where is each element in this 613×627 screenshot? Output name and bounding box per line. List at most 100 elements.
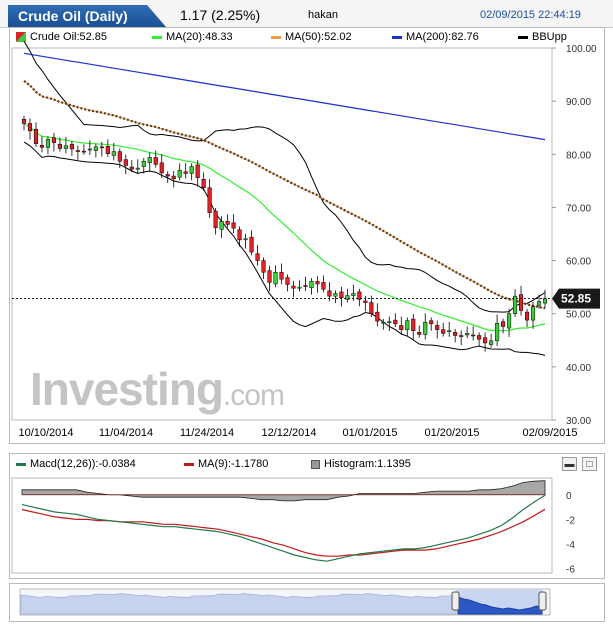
candle-body bbox=[147, 157, 152, 164]
x-tick-label: 01/20/2015 bbox=[424, 427, 479, 439]
y-tick-label: 100.00 bbox=[566, 44, 597, 55]
candle-body bbox=[267, 270, 272, 283]
candle-body bbox=[309, 281, 314, 288]
candle-body bbox=[69, 143, 74, 150]
candle-body bbox=[423, 321, 428, 335]
macd-y-tick-label: -6 bbox=[566, 565, 575, 576]
candle-body bbox=[225, 220, 230, 225]
candle-body bbox=[93, 146, 98, 151]
candle-body bbox=[213, 210, 218, 228]
candle-body bbox=[129, 166, 134, 170]
candle-body bbox=[99, 146, 104, 149]
navigator-handle-left bbox=[451, 591, 460, 611]
candle-body bbox=[177, 169, 182, 178]
macd-y-tick-label: -2 bbox=[566, 515, 575, 526]
candle-body bbox=[135, 167, 140, 170]
y-tick-label: 50.00 bbox=[566, 310, 591, 321]
candle-body bbox=[315, 281, 320, 285]
candle-body bbox=[387, 321, 392, 323]
candle-body bbox=[171, 175, 176, 179]
candle-body bbox=[81, 150, 86, 153]
candle-body bbox=[453, 332, 458, 336]
candle-body bbox=[483, 337, 488, 344]
navigator-handle-right bbox=[538, 591, 547, 611]
candle-body bbox=[417, 332, 422, 335]
navigator-history-area bbox=[20, 593, 457, 615]
candle-body bbox=[249, 236, 254, 253]
candle-body bbox=[435, 325, 440, 330]
candle-body bbox=[243, 238, 248, 241]
candle-body bbox=[51, 137, 56, 143]
macd-y-tick-label: 0 bbox=[566, 491, 572, 502]
candle-body bbox=[39, 145, 45, 148]
candle-body bbox=[75, 150, 80, 152]
candle-body bbox=[273, 272, 278, 285]
candle-body bbox=[297, 286, 302, 289]
x-tick-label: 11/04/2014 bbox=[99, 427, 153, 439]
candle-body bbox=[291, 285, 296, 289]
candle-body bbox=[369, 302, 374, 314]
candle-body bbox=[375, 311, 380, 322]
candle-body bbox=[201, 179, 206, 189]
candle-body bbox=[501, 321, 506, 327]
candle-body bbox=[429, 320, 434, 325]
candle-body bbox=[27, 123, 33, 132]
signal-line bbox=[21, 508, 546, 557]
candle-body bbox=[536, 301, 542, 306]
candle-body bbox=[542, 298, 548, 304]
candle-body bbox=[219, 220, 224, 230]
candle-body bbox=[21, 118, 27, 124]
candle-body bbox=[351, 293, 356, 296]
candle-body bbox=[105, 146, 110, 155]
y-tick-label: 30.00 bbox=[566, 416, 591, 427]
candle-body bbox=[363, 300, 368, 303]
candle-body bbox=[237, 229, 242, 241]
candle-body bbox=[183, 171, 188, 174]
candle-body bbox=[57, 143, 62, 149]
candle-body bbox=[507, 313, 512, 329]
candle-body bbox=[153, 157, 158, 165]
candle-body bbox=[399, 325, 404, 330]
candle-body bbox=[393, 319, 398, 325]
candle-body bbox=[303, 285, 308, 287]
histogram-area bbox=[21, 480, 546, 502]
candle-body bbox=[518, 294, 524, 311]
candle-body bbox=[477, 335, 482, 340]
candle-body bbox=[63, 145, 68, 149]
current-price-label: 52.85 bbox=[561, 292, 591, 306]
ma200-line bbox=[23, 52, 546, 141]
candle-body bbox=[441, 329, 446, 334]
candle-body bbox=[111, 151, 116, 156]
bb-upper-line bbox=[23, 40, 546, 313]
x-tick-label: 02/09/2015 bbox=[522, 427, 577, 439]
candle-body bbox=[231, 222, 236, 229]
candle-body bbox=[117, 151, 122, 162]
candle-body bbox=[530, 306, 536, 321]
candle-body bbox=[279, 272, 284, 280]
candle-body bbox=[489, 340, 494, 345]
macd-line bbox=[21, 494, 546, 562]
candle-body bbox=[255, 253, 260, 261]
candle-body bbox=[524, 311, 530, 321]
candle-body bbox=[339, 291, 344, 299]
candle-body bbox=[123, 159, 128, 166]
candle-body bbox=[141, 160, 146, 167]
candle-body bbox=[165, 174, 170, 177]
candle-body bbox=[207, 187, 212, 213]
navigator-chart[interactable] bbox=[0, 583, 613, 623]
candle-body bbox=[189, 166, 194, 174]
x-tick-label: 10/10/2014 bbox=[18, 427, 73, 439]
candle-body bbox=[87, 148, 92, 151]
macd-y-tick-label: -4 bbox=[566, 540, 575, 551]
y-tick-label: 70.00 bbox=[566, 203, 591, 214]
macd-chart[interactable]: 0 -2 -4 -6 bbox=[0, 453, 613, 578]
candle-body bbox=[333, 293, 338, 297]
candle-body bbox=[159, 162, 164, 174]
candle-body bbox=[459, 335, 464, 337]
investing-logo: Investing.com bbox=[30, 363, 285, 415]
candle-body bbox=[447, 330, 452, 333]
candle-body bbox=[285, 277, 290, 285]
ma50-line-accent bbox=[23, 80, 546, 309]
y-tick-label: 60.00 bbox=[566, 257, 591, 268]
x-tick-label: 12/12/2014 bbox=[261, 427, 316, 439]
